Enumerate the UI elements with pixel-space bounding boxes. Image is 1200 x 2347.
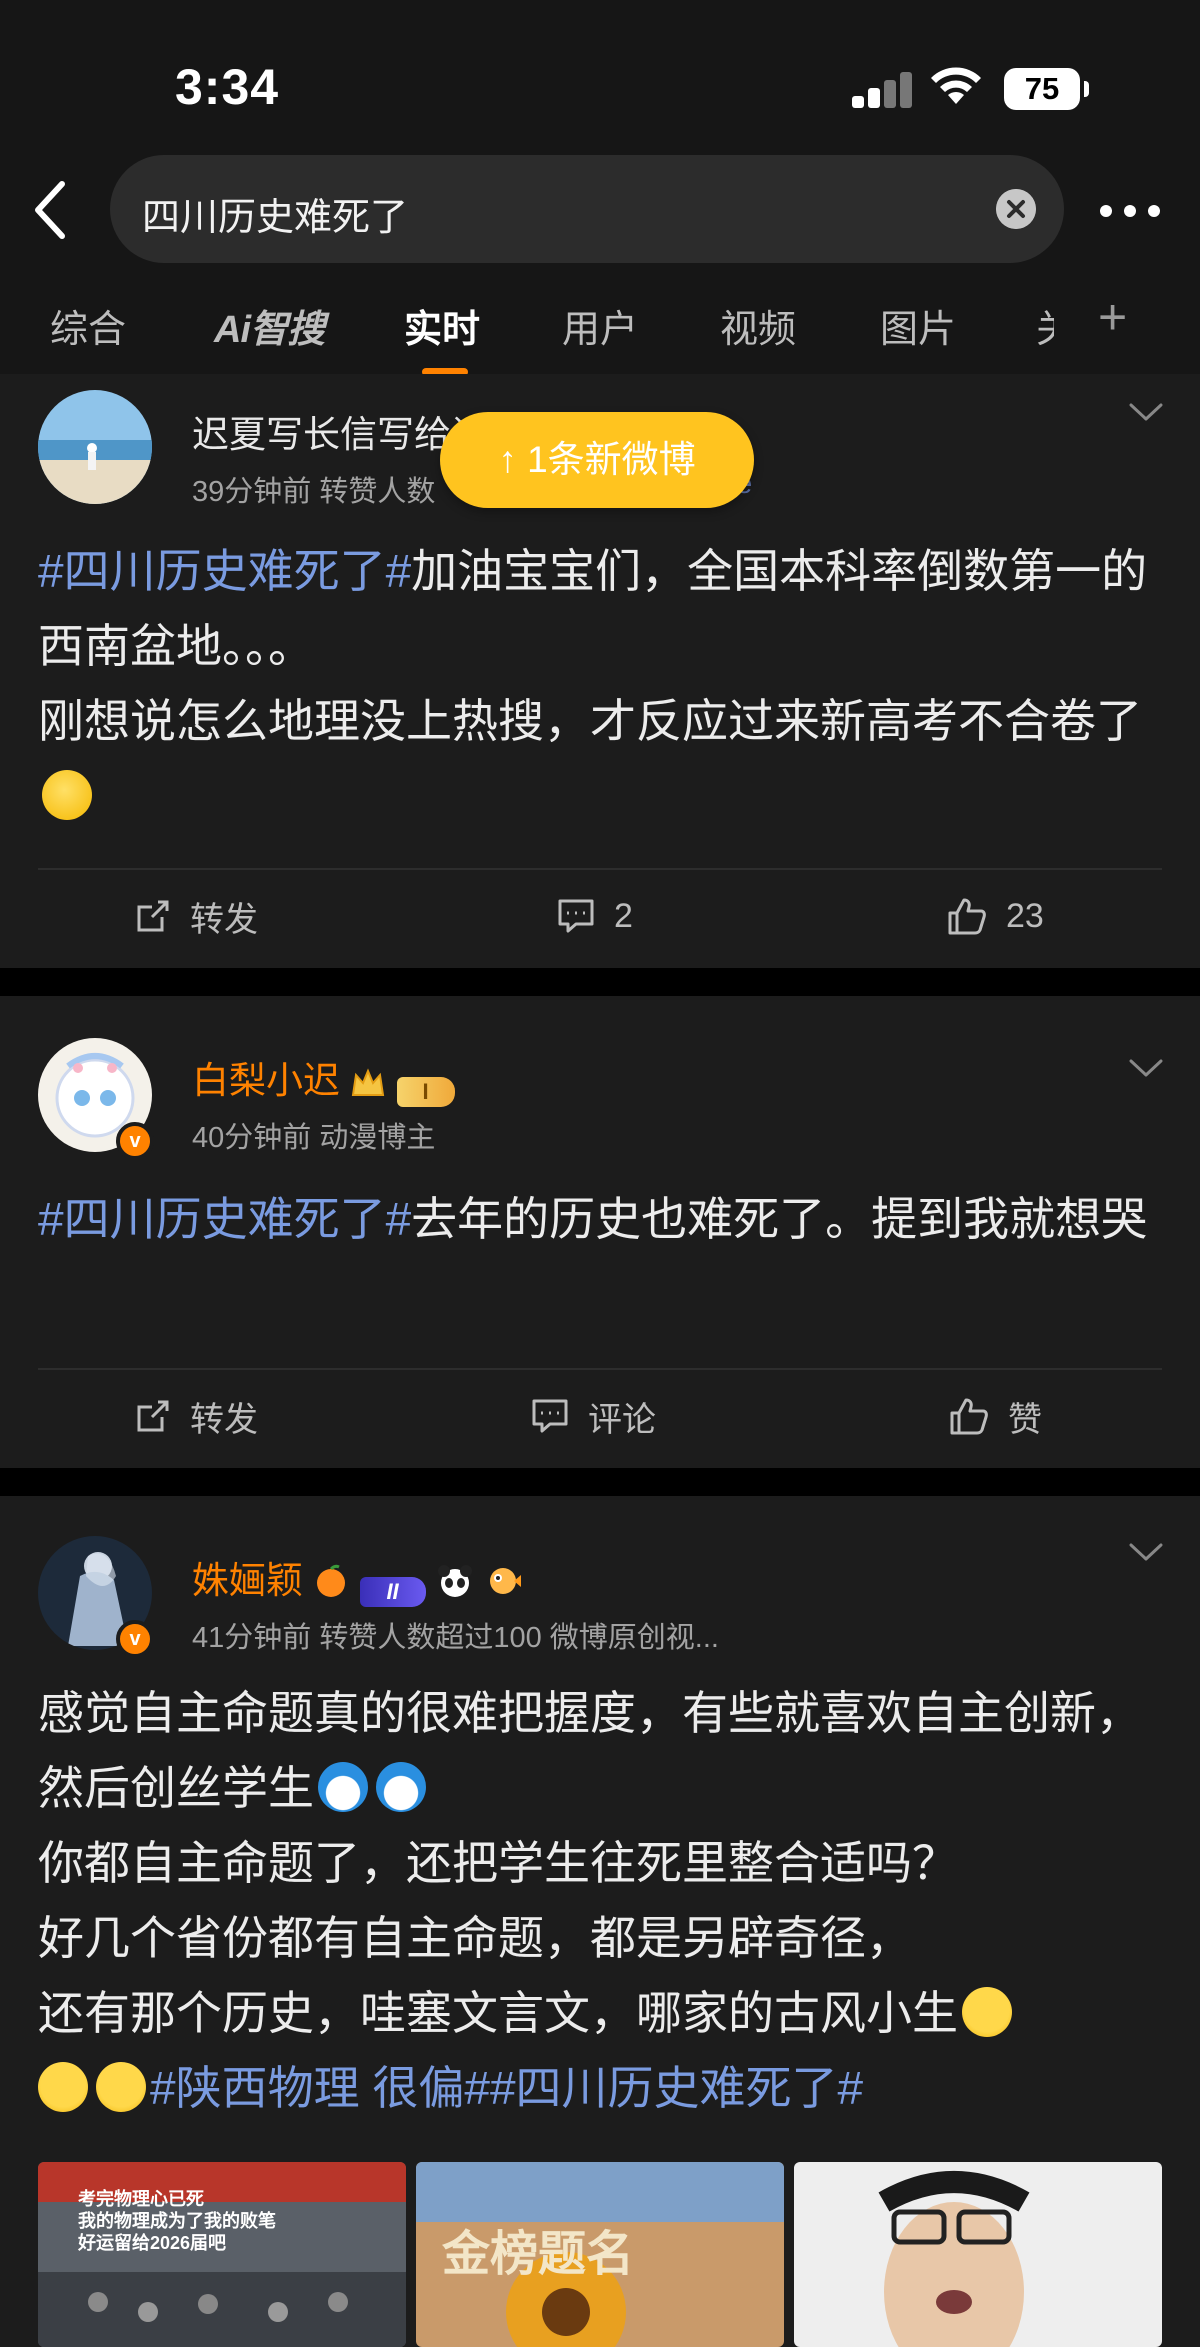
new-posts-button[interactable]: ↑ 1条新微博 (440, 412, 754, 508)
username-text: 姝婳颖 (192, 1560, 303, 1601)
search-query[interactable]: 四川历史难死了 (142, 186, 408, 241)
orange-fruit-icon (317, 1564, 346, 1597)
topic-link[interactable]: #四川历史难死了# (38, 545, 411, 597)
thumbnail-caption: 我的物理成为了我的败笔 (78, 2211, 276, 2231)
tab-comprehensive[interactable]: 综合 (50, 298, 126, 353)
post-text: 你都自主命题了，还把学生往死里整合适吗？ (38, 1837, 958, 1889)
thumbs-up-icon (948, 898, 986, 935)
thumbnail-caption: 考完物理心已死 (78, 2189, 204, 2209)
post-meta: 40分钟前 动漫博主 (192, 1122, 436, 1154)
status-time: 3:34 (175, 59, 280, 115)
back-icon[interactable] (28, 178, 72, 242)
comment-button[interactable]: 2 (556, 886, 633, 946)
post-meta: 41分钟前 转赞人数超过100 微博原创视... (192, 1622, 719, 1654)
post-text: 去年的历史也难死了。提到我就想哭 (411, 1193, 1148, 1245)
chevron-down-icon[interactable] (1128, 1056, 1164, 1080)
post-text: 感觉自主命题真的很难把握度，有些就喜欢自主创新，然后创丝学生 (38, 1687, 1142, 1814)
crying-laughing-emoji-icon (962, 1987, 1012, 2037)
wifi-icon (931, 67, 981, 104)
topic-link[interactable]: #陕西物理 很偏# (150, 2062, 490, 2114)
post-content: 感觉自主命题真的很难把握度，有些就喜欢自主创新，然后创丝学生 你都自主命题了，还… (38, 1676, 1162, 2126)
like-label: 赞 (1008, 1400, 1042, 1439)
comment-icon (558, 899, 594, 933)
video-thumbnail[interactable] (794, 2162, 1162, 2347)
verified-badge-icon: v (116, 1620, 154, 1658)
crying-laughing-emoji-icon (96, 2062, 146, 2112)
comment-count: 2 (614, 896, 633, 935)
crying-laughing-emoji-icon (38, 2062, 88, 2112)
thumbs-up-icon (950, 1398, 988, 1435)
repost-button[interactable]: 转发 (134, 1386, 258, 1446)
doraemon-emoji-icon (318, 1762, 368, 1812)
status-bar: 3:34 75 (0, 0, 1200, 170)
tab-realtime[interactable]: 实时 (404, 298, 480, 353)
thumbnail-caption: 金榜题名 (442, 2226, 635, 2282)
topic-link[interactable]: #四川历史难死了# (490, 2062, 863, 2114)
post-content: #四川历史难死了#去年的历史也难死了。提到我就想哭 (38, 1182, 1162, 1257)
level-badge: II (359, 1577, 426, 1607)
tab-more-cutoff[interactable]: 关 (1036, 298, 1054, 353)
tab-videos[interactable]: 视频 (720, 298, 796, 353)
level-badge: I (396, 1077, 455, 1107)
divider (38, 1368, 1162, 1370)
thumbnail-caption: 好运留给2026届吧 (78, 2233, 227, 2253)
repost-label: 转发 (190, 900, 258, 939)
more-options-icon[interactable] (1100, 205, 1160, 217)
tab-ai-search[interactable]: Ai智搜 (214, 298, 325, 353)
post-text: 刚想说怎么地理没上热搜，才反应过来新高考不合卷了 (38, 695, 1142, 747)
divider (38, 868, 1162, 870)
post-meta: 39分钟前 转赞人数 (192, 476, 436, 508)
video-thumbnail[interactable]: 考完物理心已死 我的物理成为了我的败笔 好运留给2026届吧 (38, 2162, 406, 2347)
like-button[interactable]: 23 (946, 886, 1044, 946)
chevron-down-icon[interactable] (1128, 400, 1164, 424)
comment-label: 评论 (588, 1400, 656, 1439)
search-input[interactable]: 四川历史难死了 (110, 155, 1064, 263)
repost-label: 转发 (190, 1400, 258, 1439)
clear-icon[interactable] (996, 189, 1036, 229)
avatar[interactable] (38, 390, 152, 504)
panda-icon (437, 1565, 472, 1597)
post-text: 好几个省份都有自主命题，都是另辟奇径， (38, 1912, 912, 1964)
doraemon-emoji-icon (376, 1762, 426, 1812)
repost-icon (137, 1400, 169, 1432)
add-tab-icon[interactable]: + (1098, 288, 1127, 346)
video-thumbnail[interactable]: 金榜题名 (416, 2162, 784, 2347)
battery-indicator: 75 (1004, 68, 1089, 110)
post-text: 还有那个历史，哇塞文言文，哪家的古风小生 (38, 1987, 958, 2039)
verified-badge-icon: v (116, 1122, 154, 1160)
filter-tabs: 综合 Ai智搜 实时 用户 视频 图片 关 + (0, 270, 1200, 376)
like-button[interactable]: 赞 (948, 1386, 1042, 1446)
repost-icon (137, 900, 169, 932)
tab-users[interactable]: 用户 (562, 298, 638, 353)
tab-images[interactable]: 图片 (880, 298, 956, 353)
topic-link[interactable]: #四川历史难死了# (38, 1193, 411, 1245)
username[interactable]: 姝婳颖 II (192, 1550, 522, 1607)
pufferfish-icon (490, 1568, 522, 1594)
vip-crown-icon (352, 1068, 385, 1096)
repost-button[interactable]: 转发 (134, 886, 258, 946)
search-header: 四川历史难死了 (0, 150, 1200, 270)
username[interactable]: 白梨小迟 I (192, 1050, 455, 1107)
like-count: 23 (1006, 896, 1044, 935)
comment-icon (532, 1399, 568, 1433)
post-card: v 白梨小迟 I 40分钟前 动漫博主 #四川历史难死了#去年的历史也难死了。提… (0, 996, 1200, 1468)
username-text: 白梨小迟 (192, 1060, 340, 1101)
cellular-signal-icon (852, 72, 912, 108)
melting-face-emoji-icon (42, 770, 92, 820)
chevron-down-icon[interactable] (1128, 1540, 1164, 1564)
comment-button[interactable]: 评论 (530, 1386, 656, 1446)
post-content: #四川历史难死了#加油宝宝们，全国本科率倒数第一的西南盆地。。。 刚想说怎么地理… (38, 534, 1162, 834)
